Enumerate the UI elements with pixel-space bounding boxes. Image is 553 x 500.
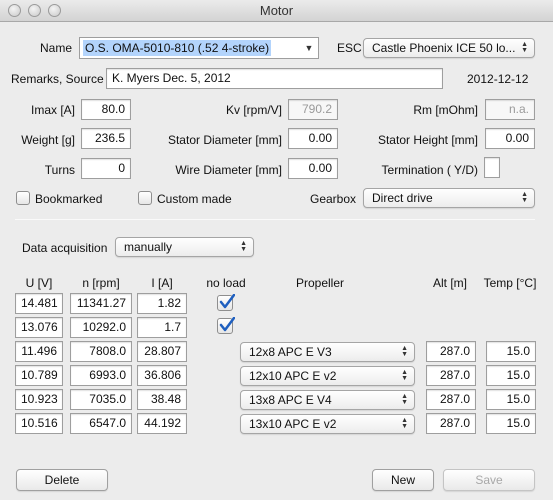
chevron-down-icon[interactable]: ▼: [300, 38, 318, 58]
save-button: Save: [443, 469, 535, 491]
table-cell-n[interactable]: 6993.0: [70, 365, 132, 386]
table-cell-n[interactable]: 6547.0: [70, 413, 132, 434]
weight-field[interactable]: 236.5: [81, 128, 131, 149]
updown-arrows-icon: ▲ ▼: [521, 191, 528, 204]
propeller-select[interactable]: 13x10 APC E v2 ▲ ▼: [240, 414, 415, 434]
bookmarked-checkbox[interactable]: [16, 191, 30, 205]
header-alt: Alt [m]: [432, 276, 467, 290]
propeller-select[interactable]: 12x10 APC E v2 ▲ ▼: [240, 366, 415, 386]
wire-diameter-field[interactable]: 0.00: [288, 158, 338, 179]
header-u: U [V]: [25, 276, 53, 290]
stator-diameter-label: Stator Diameter [mm]: [167, 133, 282, 147]
table-cell-i[interactable]: 28.807: [137, 341, 187, 362]
table-cell-u[interactable]: 13.076: [15, 317, 63, 338]
name-combobox[interactable]: O.S. OMA-5010-810 (.52 4-stroke) ▼: [79, 37, 319, 59]
window-title: Motor: [259, 3, 294, 18]
esc-select[interactable]: Castle Phoenix ICE 50 lo... ▲ ▼: [363, 38, 535, 58]
table-cell-alt[interactable]: 287.0: [426, 413, 476, 434]
table-cell-alt[interactable]: 287.0: [426, 341, 476, 362]
table-cell-temp[interactable]: 15.0: [486, 413, 536, 434]
table-cell-u[interactable]: 10.516: [15, 413, 63, 434]
header-temp: Temp [°C]: [483, 276, 537, 290]
table-cell-temp[interactable]: 15.0: [486, 341, 536, 362]
updown-arrows-icon: ▲ ▼: [401, 369, 408, 382]
zoom-window-icon[interactable]: [48, 4, 61, 17]
propeller-value: 12x10 APC E v2: [249, 369, 337, 383]
delete-button[interactable]: Delete: [16, 469, 108, 491]
table-cell-alt[interactable]: 287.0: [426, 389, 476, 410]
imax-label: Imax [A]: [30, 103, 75, 117]
gearbox-label: Gearbox: [310, 192, 357, 206]
termination-field[interactable]: [484, 157, 500, 178]
table-cell-n[interactable]: 11341.27: [70, 293, 132, 314]
data-acquisition-value: manually: [124, 240, 173, 254]
table-cell-n[interactable]: 7808.0: [70, 341, 132, 362]
kv-label: Kv [rpm/V]: [225, 103, 282, 117]
data-acquisition-label: Data acquisition: [22, 241, 108, 255]
name-value[interactable]: O.S. OMA-5010-810 (.52 4-stroke): [83, 40, 272, 56]
checkmark-icon: [219, 294, 235, 309]
turns-label: Turns: [44, 163, 75, 177]
noload-checkbox[interactable]: [217, 317, 235, 334]
table-cell-i[interactable]: 1.7: [137, 317, 187, 338]
propeller-value: 12x8 APC E V3: [249, 345, 332, 359]
custom-made-checkbox[interactable]: [138, 191, 152, 205]
header-noload: no load: [206, 276, 246, 290]
gearbox-value: Direct drive: [372, 191, 433, 205]
header-propeller: Propeller: [295, 276, 345, 290]
kv-field: 790.2: [288, 99, 338, 120]
table-cell-n[interactable]: 7035.0: [70, 389, 132, 410]
stator-height-field[interactable]: 0.00: [485, 128, 535, 149]
name-label: Name: [39, 41, 72, 55]
remarks-label: Remarks, Source: [11, 72, 104, 86]
stator-height-label: Stator Height [mm]: [377, 133, 478, 147]
table-cell-alt[interactable]: 287.0: [426, 365, 476, 386]
esc-value: Castle Phoenix ICE 50 lo...: [372, 41, 516, 55]
header-n: n [rpm]: [82, 276, 120, 290]
noload-checkbox[interactable]: [217, 294, 235, 311]
updown-arrows-icon: ▲ ▼: [401, 417, 408, 430]
minimize-window-icon[interactable]: [28, 4, 41, 17]
table-cell-temp[interactable]: 15.0: [486, 389, 536, 410]
table-cell-temp[interactable]: 15.0: [486, 365, 536, 386]
esc-label: ESC: [337, 41, 362, 55]
weight-label: Weight [g]: [21, 133, 75, 147]
checkmark-icon: [219, 317, 235, 332]
table-cell-i[interactable]: 36.806: [137, 365, 187, 386]
date-text: 2012-12-12: [467, 72, 529, 86]
propeller-value: 13x10 APC E v2: [249, 417, 337, 431]
table-cell-i[interactable]: 1.82: [137, 293, 187, 314]
propeller-value: 13x8 APC E V4: [249, 393, 332, 407]
table-cell-i[interactable]: 44.192: [137, 413, 187, 434]
updown-arrows-icon: ▲ ▼: [401, 345, 408, 358]
remarks-field[interactable]: K. Myers Dec. 5, 2012: [106, 68, 443, 89]
rm-field: n.a.: [485, 99, 535, 120]
turns-field[interactable]: 0: [81, 158, 131, 179]
new-button[interactable]: New: [372, 469, 434, 491]
table-cell-n[interactable]: 10292.0: [70, 317, 132, 338]
gearbox-select[interactable]: Direct drive ▲ ▼: [363, 188, 535, 208]
table-cell-u[interactable]: 10.789: [15, 365, 63, 386]
title-bar: Motor: [0, 0, 553, 22]
updown-arrows-icon: ▲ ▼: [521, 41, 528, 54]
table-cell-u[interactable]: 14.481: [15, 293, 63, 314]
table-cell-i[interactable]: 38.48: [137, 389, 187, 410]
propeller-select[interactable]: 12x8 APC E V3 ▲ ▼: [240, 342, 415, 362]
updown-arrows-icon: ▲ ▼: [401, 393, 408, 406]
close-window-icon[interactable]: [8, 4, 21, 17]
data-acquisition-select[interactable]: manually ▲ ▼: [115, 237, 254, 257]
stator-diameter-field[interactable]: 0.00: [288, 128, 338, 149]
propeller-select[interactable]: 13x8 APC E V4 ▲ ▼: [240, 390, 415, 410]
imax-field[interactable]: 80.0: [81, 99, 131, 120]
updown-arrows-icon: ▲ ▼: [240, 240, 247, 253]
table-cell-u[interactable]: 10.923: [15, 389, 63, 410]
custom-made-label: Custom made: [157, 192, 232, 206]
table-cell-u[interactable]: 11.496: [15, 341, 63, 362]
header-i: I [A]: [151, 276, 173, 290]
section-divider: [15, 219, 535, 220]
wire-diameter-label: Wire Diameter [mm]: [175, 163, 282, 177]
rm-label: Rm [mOhm]: [413, 103, 478, 117]
bookmarked-label: Bookmarked: [35, 192, 103, 206]
termination-label: Termination ( Y/D): [381, 163, 478, 177]
